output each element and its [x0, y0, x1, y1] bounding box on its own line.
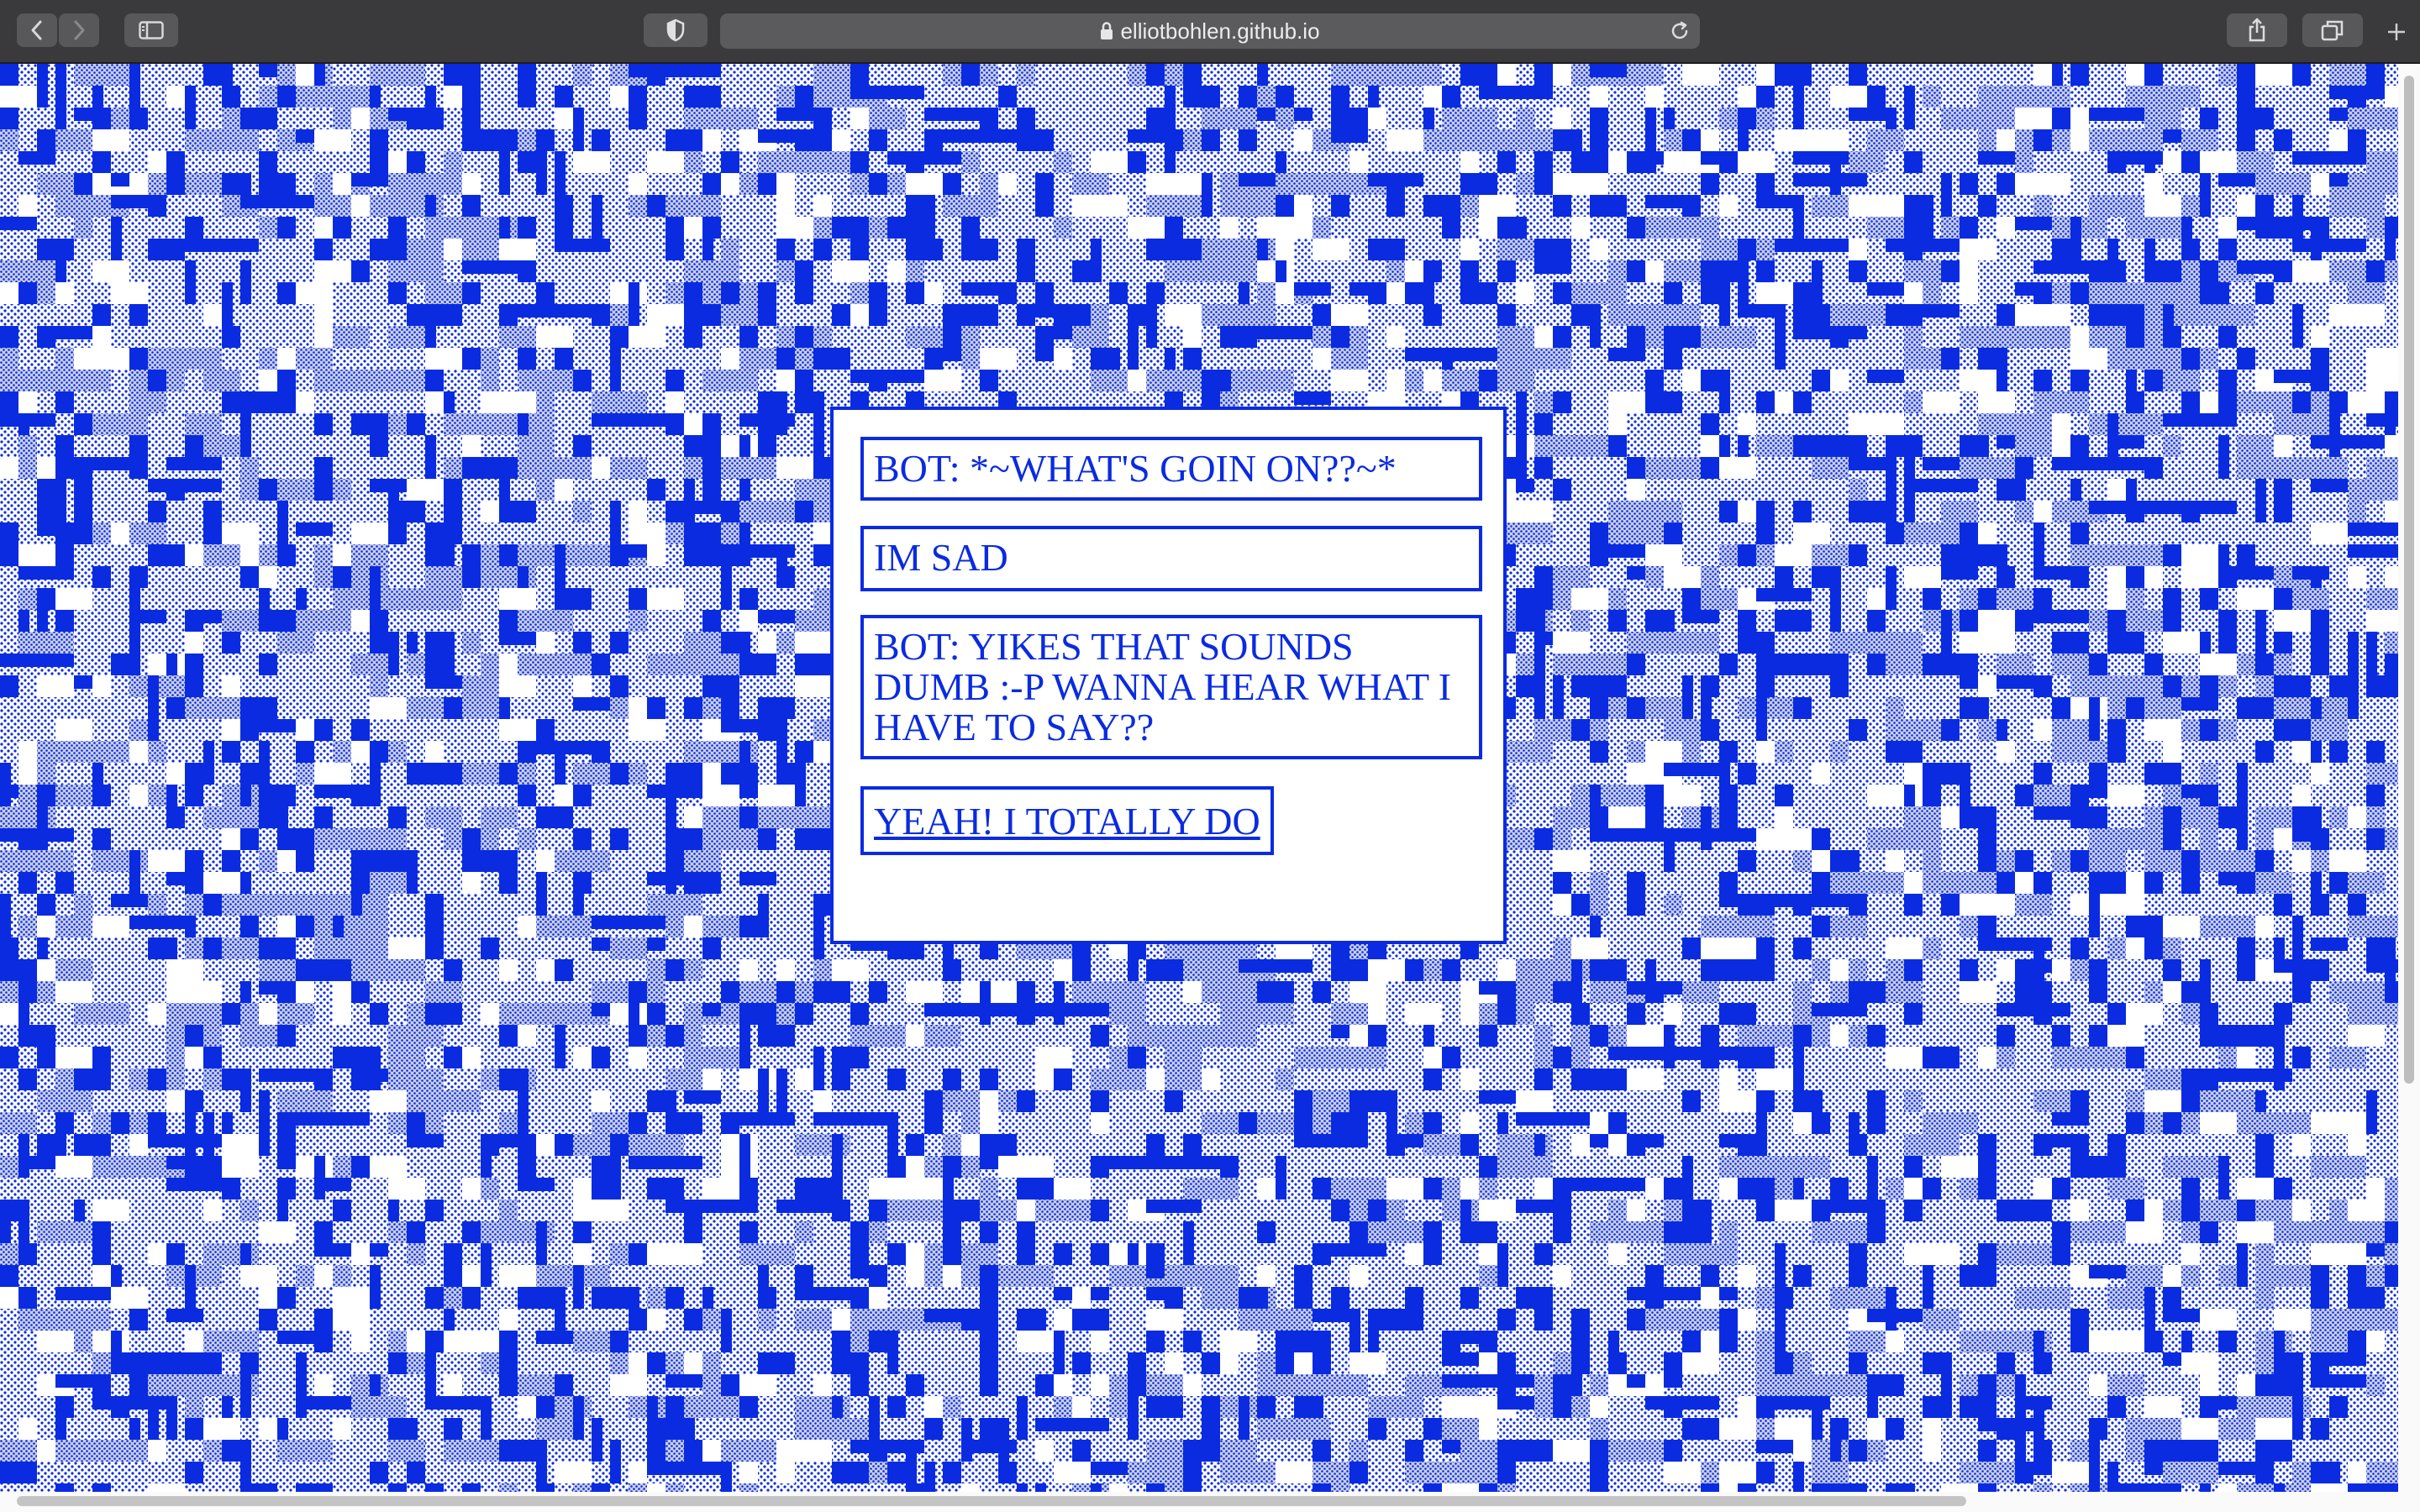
chat-dialog: BOT: *~WHAT'S GOIN ON??~* IM SAD BOT: YI…: [830, 407, 1507, 944]
browser-toolbar: elliotbohlen.github.io: [0, 0, 2420, 64]
address-text: elliotbohlen.github.io: [720, 13, 1700, 49]
reload-icon[interactable]: [1670, 21, 1690, 41]
tabs-icon: [2321, 20, 2344, 41]
back-icon: [31, 20, 42, 40]
sidebar-button[interactable]: [124, 13, 178, 47]
url-label: elliotbohlen.github.io: [1120, 18, 1320, 44]
share-icon: [2249, 18, 2265, 42]
tabs-overview-button[interactable]: [2302, 13, 2363, 47]
new-tab-icon: [2388, 24, 2405, 40]
back-button[interactable]: [17, 13, 57, 47]
privacy-report-button[interactable]: [644, 13, 708, 47]
bot-message: BOT: YIKES THAT SOUNDS DUMB :-P WANNA HE…: [860, 615, 1482, 759]
lock-icon: [1101, 22, 1113, 39]
page-viewport: BOT: *~WHAT'S GOIN ON??~* IM SAD BOT: YI…: [0, 64, 2398, 1492]
forward-button[interactable]: [59, 13, 99, 47]
horizontal-scroll-thumb[interactable]: [17, 1496, 1966, 1506]
bot-message: BOT: *~WHAT'S GOIN ON??~*: [860, 437, 1482, 501]
privacy-shield-icon: [666, 18, 685, 42]
share-button[interactable]: [2227, 13, 2287, 47]
sidebar-icon: [139, 21, 164, 39]
address-bar[interactable]: elliotbohlen.github.io: [720, 13, 1700, 49]
user-message: IM SAD: [860, 526, 1482, 591]
new-tab-button[interactable]: [2380, 15, 2413, 49]
vertical-scroll-thumb[interactable]: [2404, 76, 2414, 1084]
reply-option-button[interactable]: YEAH! I TOTALLY DO: [860, 786, 1274, 855]
forward-icon: [74, 20, 85, 40]
